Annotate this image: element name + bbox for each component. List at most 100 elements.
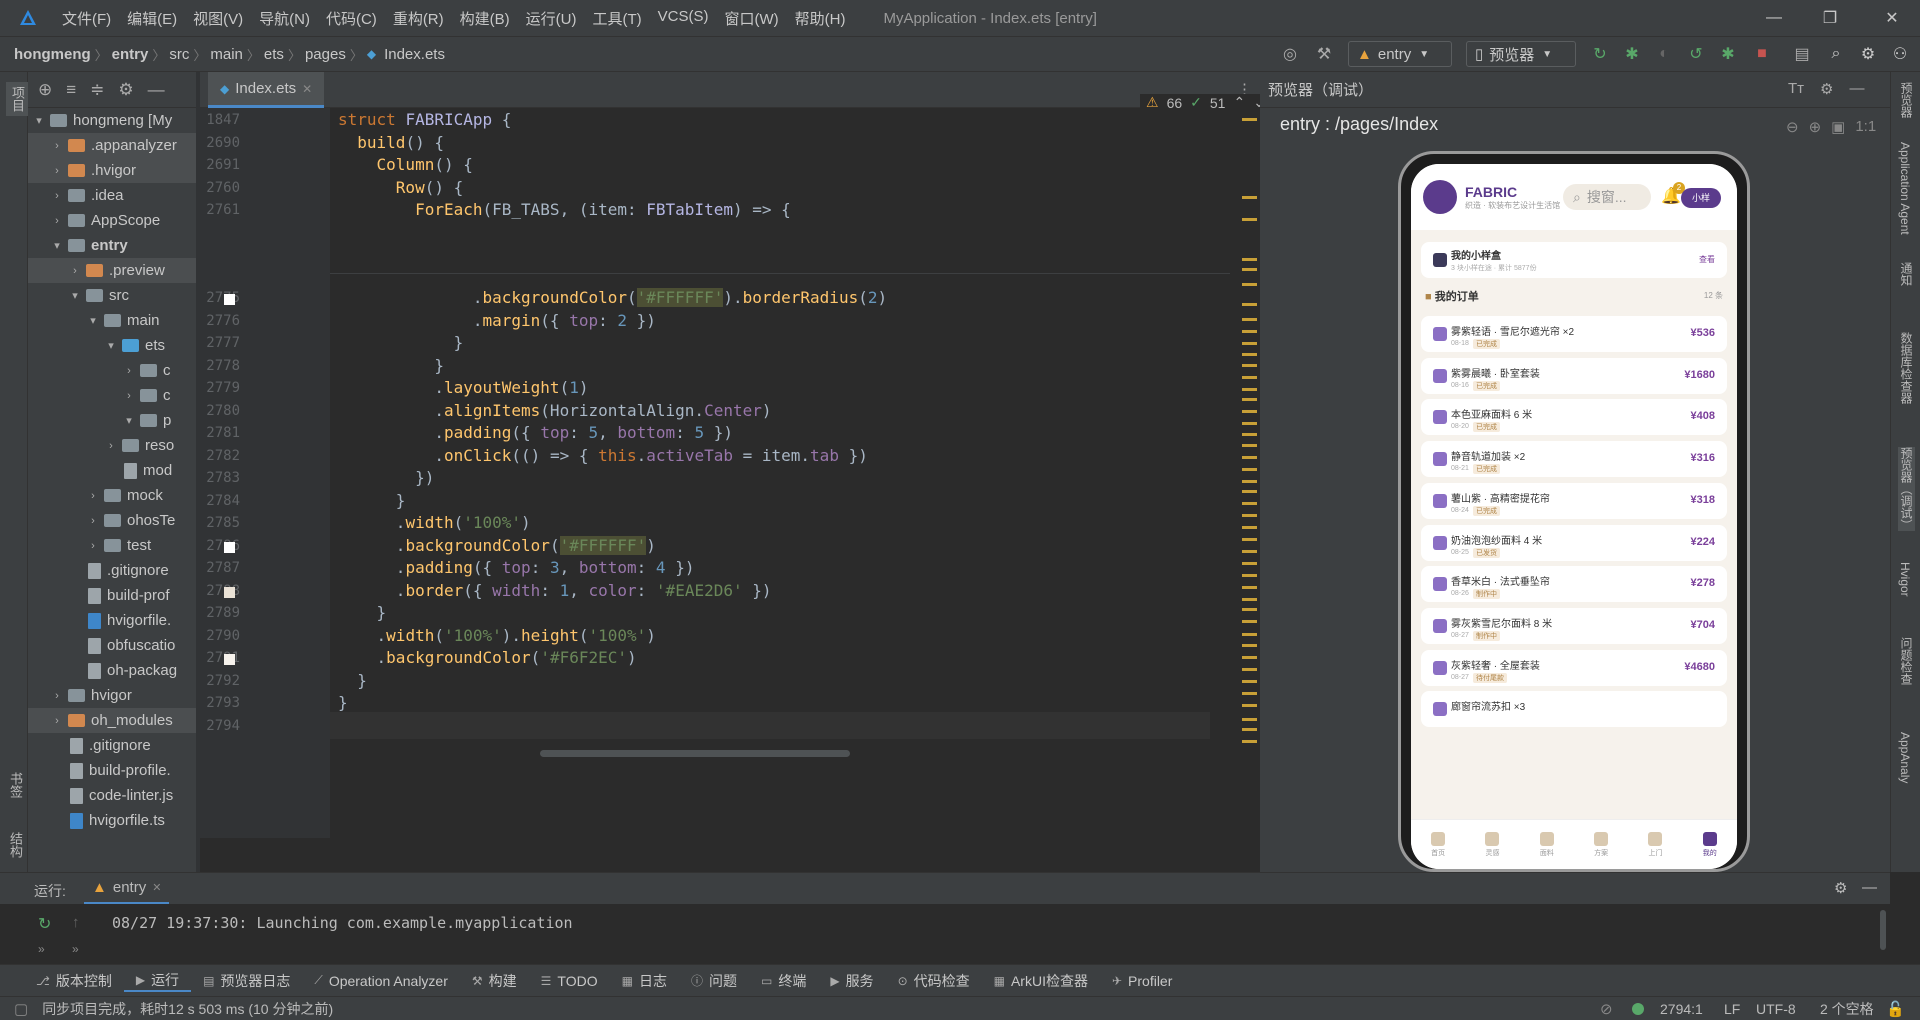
warning-marker[interactable] [1242,656,1257,659]
app-nav-item[interactable]: 灵感 [1485,831,1500,858]
tree-item[interactable]: › c [28,358,196,383]
project-structure-icon[interactable]: ▤ [1792,44,1812,64]
console-scrollbar[interactable] [1880,910,1886,950]
app-nav-item[interactable]: 我的 [1702,831,1717,858]
tree-item[interactable]: › hvigor [28,683,196,708]
app-nav-item[interactable]: 上门 [1648,831,1663,858]
tree-item[interactable]: › oh_modules [28,708,196,733]
menu-item-0[interactable]: 文件(F) [54,8,119,29]
color-swatch-icon[interactable] [224,294,235,305]
app-nav-item[interactable]: 方案 [1594,831,1609,858]
warning-marker[interactable] [1242,620,1257,623]
menu-item-5[interactable]: 重构(R) [385,8,452,29]
chevron-right-icon[interactable]: › [68,265,82,277]
warning-marker[interactable] [1242,502,1257,505]
tree-item[interactable]: mod [28,458,196,483]
file-encoding[interactable]: UTF-8 [1756,1001,1796,1017]
expand-icon[interactable]: » [38,942,45,956]
order-item[interactable]: 奶油泡泡纱面料 4 米 08-25 已发货 ¥224 [1421,524,1727,561]
breadcrumb-item[interactable]: hongmeng [10,46,95,63]
order-item[interactable]: 本色亚麻面料 6 米 08-20 已完成 ¥408 [1421,399,1727,436]
warning-marker[interactable] [1242,586,1257,589]
menu-item-6[interactable]: 构建(B) [452,8,518,29]
tree-item[interactable]: obfuscatio [28,633,196,658]
tree-item[interactable]: ▾ entry [28,233,196,258]
zoom-out-icon[interactable]: ⊖ [1786,118,1799,136]
warning-marker[interactable] [1242,283,1257,286]
tree-item[interactable]: › mock [28,483,196,508]
warning-marker[interactable] [1242,728,1257,731]
sync-status-icon[interactable] [1632,1003,1644,1015]
order-item[interactable]: 紫雾晨曦 · 卧室套装 08-16 已完成 ¥1680 [1421,357,1727,394]
tool-window-button[interactable]: ▦ 日志 [610,971,679,991]
error-stripe[interactable] [1240,108,1260,838]
warning-marker[interactable] [1242,680,1257,683]
tree-item[interactable]: build-prof [28,583,196,608]
warning-marker[interactable] [1242,633,1257,636]
order-item[interactable]: 雾紫轻语 · 雪尼尔遮光帘 ×2 08-18 已完成 ¥536 [1421,316,1727,352]
chevron-right-icon[interactable]: › [86,515,100,527]
warning-marker[interactable] [1242,574,1257,577]
warning-marker[interactable] [1242,718,1257,721]
device-screen[interactable]: FABRIC 织造 · 软装布艺设计生活馆 ⌕ 搜窗... 🔔 2 小样 我的小样… [1411,164,1737,869]
warning-marker[interactable] [1242,514,1257,517]
warning-marker[interactable] [1242,490,1257,493]
tree-item[interactable]: ▾ ets [28,333,196,358]
tree-item[interactable]: › .idea [28,183,196,208]
app-nav-item[interactable]: 首页 [1431,831,1446,858]
warning-marker[interactable] [1242,318,1257,321]
tool-window-button[interactable]: ▤ 预览器日志 [191,971,302,991]
chevron-down-icon[interactable]: ▾ [32,114,46,127]
chevron-right-icon[interactable]: › [50,715,64,727]
tree-item[interactable]: hvigorfile. [28,608,196,633]
breadcrumb-item[interactable]: entry [108,46,153,63]
warning-marker[interactable] [1242,692,1257,695]
warning-marker[interactable] [1242,398,1257,401]
warning-marker[interactable] [1242,468,1257,471]
order-item[interactable]: 雾灰紫雪尼尔面料 8 米 08-27 制作中 ¥704 [1421,607,1727,644]
attach-debugger-icon[interactable]: ◐ [1654,44,1674,64]
expand-all-icon[interactable]: ≑ [90,80,104,100]
warning-marker[interactable] [1242,740,1257,743]
tool-window-button[interactable]: ⊙ 代码检查 [886,971,982,991]
breadcrumb-item[interactable]: pages [301,46,350,63]
order-item[interactable]: 廊窗帘流苏扣 ×3 [1421,691,1727,728]
chevron-right-icon[interactable]: › [122,365,136,377]
chevron-down-icon[interactable]: ▾ [104,339,118,352]
breadcrumb-item[interactable]: main [206,46,247,63]
menu-item-4[interactable]: 代码(C) [318,8,385,29]
lock-icon[interactable]: 🔓 [1886,1000,1905,1018]
right-tool-tab[interactable]: 通知 [1898,262,1915,286]
indent-setting[interactable]: 2 个空格 [1820,999,1874,1019]
right-tool-tab[interactable]: Hvigor [1898,562,1912,597]
search-icon[interactable]: ⌕ [1826,44,1846,64]
account-icon[interactable]: ⚇ [1890,44,1910,64]
menu-item-3[interactable]: 导航(N) [251,8,318,29]
warning-marker[interactable] [1242,668,1257,671]
actual-size-icon[interactable]: 1:1 [1855,118,1876,136]
tool-window-button[interactable]: ⚒ 构建 [460,971,529,991]
tree-item[interactable]: › test [28,533,196,558]
warning-marker[interactable] [1242,118,1257,121]
tree-item[interactable]: ▾ main [28,308,196,333]
warning-marker[interactable] [1242,562,1257,565]
editor-code-area[interactable]: struct FABRICApp { build() { Column() { … [330,108,1230,838]
menu-item-1[interactable]: 编辑(E) [119,8,185,29]
run-settings-gear-icon[interactable]: ⚙ [1834,879,1847,897]
color-swatch-icon[interactable] [224,586,235,598]
chevron-down-icon[interactable]: ▾ [68,289,82,302]
warning-marker[interactable] [1242,433,1257,436]
tool-window-button[interactable]: ▶ 服务 [818,971,885,991]
minimize-button[interactable]: — [1746,0,1802,36]
warning-marker[interactable] [1242,538,1257,541]
tree-item[interactable]: .gitignore [28,558,196,583]
warning-marker[interactable] [1242,342,1257,345]
menu-item-2[interactable]: 视图(V) [185,8,251,29]
tree-item[interactable]: .gitignore [28,733,196,758]
tree-item[interactable]: › .appanalyzer [28,133,196,158]
order-item[interactable]: 薯山紫 · 高精密提花帘 08-24 已完成 ¥318 [1421,482,1727,519]
warning-marker[interactable] [1242,268,1257,271]
warning-marker[interactable] [1242,550,1257,553]
tool-window-button[interactable]: ⎇ 版本控制 [24,971,124,991]
hammer-icon[interactable]: ⚒ [1314,44,1334,64]
